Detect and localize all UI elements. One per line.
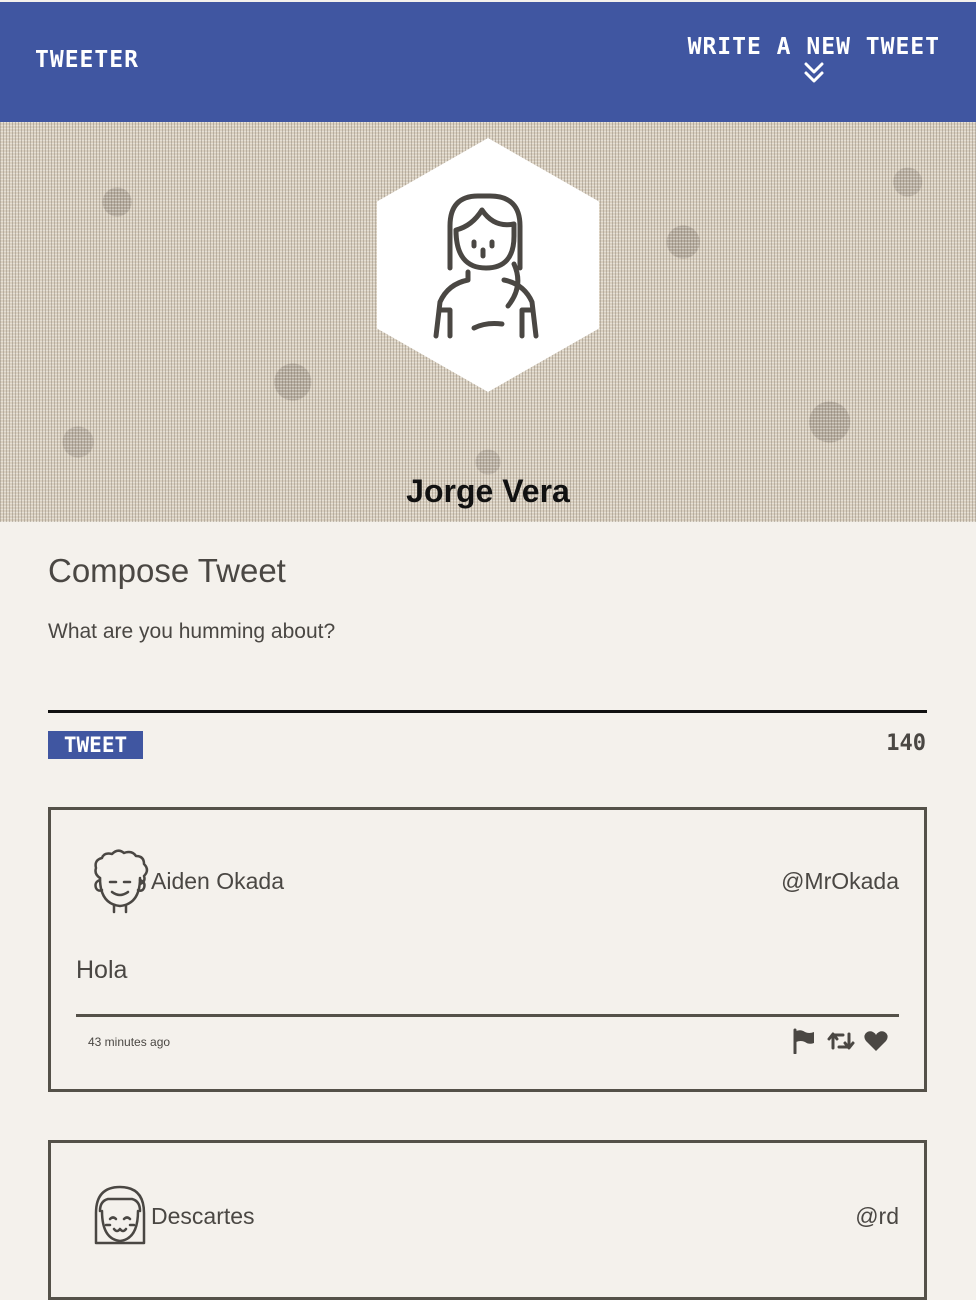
tweet-timestamp: 43 minutes ago [88, 1035, 171, 1049]
bob-hair-avatar-icon [94, 1185, 146, 1245]
curly-hair-man-avatar-icon [94, 849, 149, 914]
profile-name: Jorge Vera [406, 473, 570, 510]
heart-icon[interactable] [863, 1028, 889, 1054]
write-new-tweet-label: WRITE A NEW TWEET [687, 34, 940, 60]
tweet-input[interactable] [48, 620, 927, 713]
tweet-divider [76, 1014, 899, 1017]
tweet-author-name[interactable]: Descartes [151, 1203, 255, 1230]
write-new-tweet-button[interactable]: WRITE A NEW TWEET [688, 34, 940, 84]
retweet-icon[interactable] [827, 1028, 855, 1054]
double-chevron-down-icon [804, 62, 824, 83]
character-counter: 140 [886, 731, 926, 756]
tweet-author-handle[interactable]: @MrOkada [781, 868, 899, 895]
tweet-author-handle[interactable]: @rd [855, 1203, 899, 1230]
tweet-submit-button[interactable]: TWEET [48, 731, 143, 759]
profile-header: Jorge Vera [0, 122, 976, 522]
tweet-card: Aiden Okada @MrOkada Hola 43 minutes ago [48, 807, 927, 1092]
tweet-actions [791, 1028, 889, 1055]
tweet-content: Hola [76, 956, 128, 984]
tweet-author-name[interactable]: Aiden Okada [151, 868, 284, 895]
flag-icon[interactable] [791, 1028, 817, 1055]
woman-avatar-icon [433, 193, 539, 339]
tweet-card: Descartes @rd [48, 1140, 927, 1300]
compose-title: Compose Tweet [48, 552, 286, 589]
brand-logo[interactable]: TWEETER [35, 47, 139, 73]
top-nav: TWEETER WRITE A NEW TWEET [0, 0, 976, 122]
profile-avatar-frame [377, 138, 599, 392]
